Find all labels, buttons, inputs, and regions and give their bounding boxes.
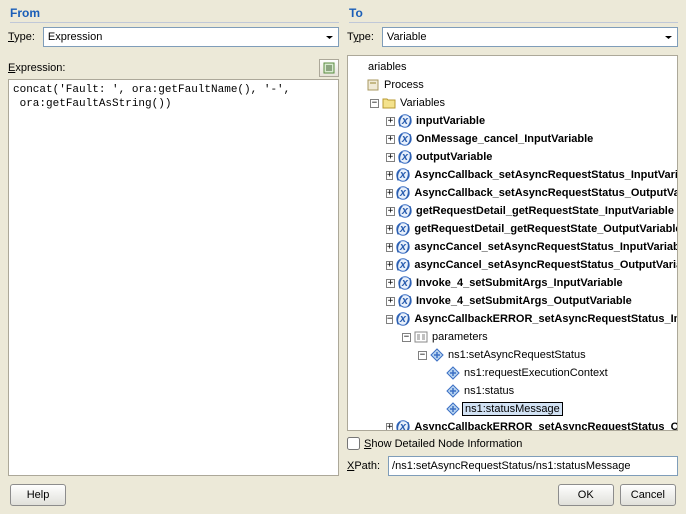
var-icon (396, 168, 410, 182)
tree-node-label: ns1:setAsyncRequestStatus (446, 349, 586, 361)
expression-builder-icon[interactable] (319, 59, 339, 77)
help-button[interactable]: Help (10, 484, 66, 506)
tree-node[interactable]: AsyncCallback_setAsyncRequestStatus_Outp… (350, 184, 675, 202)
tree-node[interactable]: Invoke_4_setSubmitArgs_OutputVariable (350, 292, 675, 310)
show-detailed-label: Show Detailed Node Information (364, 438, 522, 450)
tree-node-label: AsyncCallbackERROR_setAsyncRequestStatus… (412, 421, 678, 431)
tree-node[interactable]: Process (350, 76, 675, 94)
type-label-right: Type: (347, 31, 374, 43)
expand-icon[interactable] (386, 261, 393, 270)
tree-node-label: Invoke_4_setSubmitArgs_InputVariable (414, 277, 623, 289)
tree-node[interactable]: inputVariable (350, 112, 675, 130)
ns-icon (446, 366, 460, 380)
tree-node[interactable]: parameters (350, 328, 675, 346)
scope-icon (366, 78, 380, 92)
tree-node-label: ns1:requestExecutionContext (462, 367, 608, 379)
collapse-icon[interactable] (386, 315, 393, 324)
ns-icon (446, 384, 460, 398)
tree-node[interactable]: OnMessage_cancel_InputVariable (350, 130, 675, 148)
tree-node-label: getRequestDetail_getRequestState_OutputV… (412, 223, 678, 235)
tree-node-label: asyncCancel_setAsyncRequestStatus_Output… (412, 259, 678, 271)
expand-icon[interactable] (386, 153, 395, 162)
to-title: To (349, 6, 678, 23)
collapse-icon[interactable] (418, 351, 427, 360)
to-panel: To Type: Variable ariables Process Variabl… (347, 4, 678, 476)
tree-node[interactable]: AsyncCallback_setAsyncRequestStatus_Inpu… (350, 166, 675, 184)
var-icon (396, 258, 410, 272)
from-type-select[interactable]: Expression (43, 27, 339, 47)
var-icon (398, 150, 412, 164)
ok-button[interactable]: OK (558, 484, 614, 506)
tree-node[interactable]: asyncCancel_setAsyncRequestStatus_Output… (350, 256, 675, 274)
tree-node[interactable]: asyncCancel_setAsyncRequestStatus_InputV… (350, 238, 675, 256)
var-icon (398, 114, 412, 128)
tree-node-label: asyncCancel_setAsyncRequestStatus_InputV… (412, 241, 678, 253)
show-detailed-checkbox[interactable] (347, 437, 360, 450)
tree-node-label: ns1:status (462, 385, 514, 397)
tree-node-label: Process (382, 79, 424, 91)
expand-icon[interactable] (386, 189, 393, 198)
xpath-label: XPath: (347, 460, 380, 472)
tree-node-label: Variables (398, 97, 445, 109)
to-type-select[interactable]: Variable (382, 27, 678, 47)
tree-node[interactable]: Variables (350, 94, 675, 112)
ns-icon (446, 402, 460, 416)
chevron-down-icon (664, 33, 673, 42)
tree-node[interactable]: Invoke_4_setSubmitArgs_InputVariable (350, 274, 675, 292)
expand-icon[interactable] (386, 117, 395, 126)
expand-icon[interactable] (386, 225, 393, 234)
expression-label: Expression: (8, 62, 65, 74)
tree-node-label: OnMessage_cancel_InputVariable (414, 133, 593, 145)
var-icon (398, 204, 412, 218)
expand-icon[interactable] (386, 297, 395, 306)
tree-node[interactable]: ariables (350, 58, 675, 76)
tree-node-label: ariables (366, 61, 407, 73)
folder-icon (382, 96, 396, 110)
chevron-down-icon (325, 33, 334, 42)
tree-node-label: getRequestDetail_getRequestState_InputVa… (414, 205, 674, 217)
from-title: From (10, 6, 339, 23)
var-icon (396, 312, 410, 326)
tree-node[interactable]: ns1:status (350, 382, 675, 400)
cancel-button[interactable]: Cancel (620, 484, 676, 506)
tree-node-label: parameters (430, 331, 488, 343)
tree-node-label: AsyncCallbackERROR_setAsyncRequestStatus… (412, 313, 678, 325)
var-icon (398, 294, 412, 308)
var-icon (396, 222, 410, 236)
expand-icon[interactable] (386, 207, 395, 216)
var-icon (396, 186, 410, 200)
tree-node-label: inputVariable (414, 115, 485, 127)
expand-icon[interactable] (386, 171, 393, 180)
tree-node[interactable]: AsyncCallbackERROR_setAsyncRequestStatus… (350, 418, 675, 431)
var-icon (396, 420, 410, 431)
tree-node-label: outputVariable (414, 151, 492, 163)
tree-node-label: Invoke_4_setSubmitArgs_OutputVariable (414, 295, 632, 307)
tree-node[interactable]: ns1:requestExecutionContext (350, 364, 675, 382)
param-icon (414, 330, 428, 344)
tree-node[interactable]: getRequestDetail_getRequestState_InputVa… (350, 202, 675, 220)
tree-node[interactable]: outputVariable (350, 148, 675, 166)
expand-icon[interactable] (386, 135, 395, 144)
tree-node[interactable]: AsyncCallbackERROR_setAsyncRequestStatus… (350, 310, 675, 328)
tree-node[interactable]: ns1:setAsyncRequestStatus (350, 346, 675, 364)
ns-icon (430, 348, 444, 362)
tree-node[interactable]: getRequestDetail_getRequestState_OutputV… (350, 220, 675, 238)
tree-node-label: ns1:statusMessage (462, 402, 563, 416)
xpath-input[interactable]: /ns1:setAsyncRequestStatus/ns1:statusMes… (388, 456, 678, 476)
expand-icon[interactable] (386, 279, 395, 288)
tree-node[interactable]: ns1:statusMessage (350, 400, 675, 418)
tree-node-label: AsyncCallback_setAsyncRequestStatus_Outp… (412, 187, 678, 199)
expand-icon[interactable] (386, 423, 393, 432)
tree-node-label: AsyncCallback_setAsyncRequestStatus_Inpu… (412, 169, 678, 181)
collapse-icon[interactable] (370, 99, 379, 108)
from-panel: From Type: Expression Expression: concat… (8, 4, 339, 476)
var-icon (396, 240, 410, 254)
collapse-icon[interactable] (402, 333, 411, 342)
variable-tree[interactable]: ariables Process Variables inputVariable OnM… (347, 55, 678, 431)
expression-textarea[interactable]: concat('Fault: ', ora:getFaultName(), '-… (8, 79, 339, 476)
expand-icon[interactable] (386, 243, 393, 252)
type-label-left: Type: (8, 31, 35, 43)
var-icon (398, 276, 412, 290)
var-icon (398, 132, 412, 146)
